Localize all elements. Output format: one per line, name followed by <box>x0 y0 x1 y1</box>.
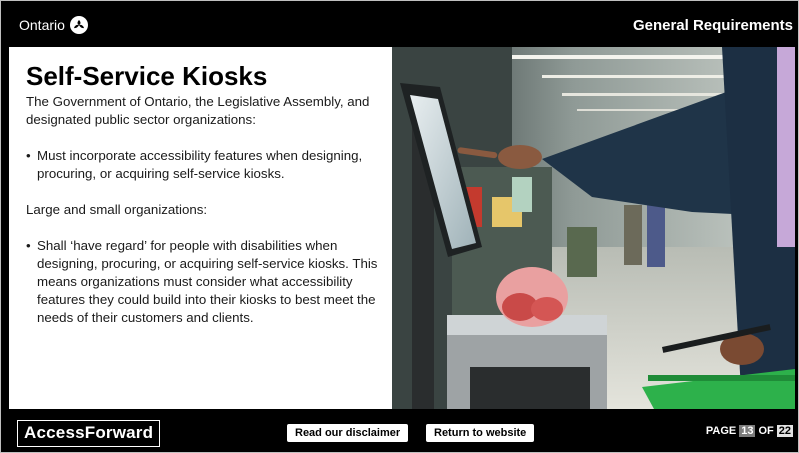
of-label: OF <box>758 425 774 437</box>
intro-paragraph-1: The Government of Ontario, the Legislati… <box>26 94 370 127</box>
page-title: Self-Service Kiosks <box>26 61 268 91</box>
disclaimer-button[interactable]: Read our disclaimer <box>287 424 409 442</box>
bullet-dot: • <box>26 238 31 253</box>
bullet-item-2: • Shall ‘have regard’ for people with di… <box>26 237 380 327</box>
bullet-dot: • <box>26 148 31 163</box>
trillium-icon <box>69 16 88 34</box>
ontario-wordmark: Ontario <box>19 17 65 33</box>
current-page-number: 13 <box>739 425 756 437</box>
return-to-website-button[interactable]: Return to website <box>426 424 535 442</box>
section-title: General Requirements <box>632 17 793 34</box>
bullet-text-1: Must incorporate accessibility features … <box>37 148 363 181</box>
total-page-number: 22 <box>776 425 793 437</box>
ontario-brand: Ontario <box>19 16 88 34</box>
page-label: PAGE <box>705 425 737 437</box>
page-indicator: PAGE 13 OF 22 <box>706 425 793 437</box>
accessforward-logo: AccessForward <box>17 420 161 447</box>
kiosk-photo <box>392 47 795 409</box>
header-bar: Ontario General Requirements <box>9 7 795 47</box>
bullet-item-1: • Must incorporate accessibility feature… <box>26 147 380 183</box>
slide-frame: Ontario General Requirements Self-Servic… <box>0 0 799 453</box>
footer-bar: AccessForward Read our disclaimer Return… <box>9 409 795 452</box>
intro-paragraph-2: Large and small organizations: <box>26 202 208 217</box>
bullet-text-2: Shall ‘have regard’ for people with disa… <box>37 238 378 325</box>
content-panel: Self-Service Kiosks The Government of On… <box>9 47 392 409</box>
